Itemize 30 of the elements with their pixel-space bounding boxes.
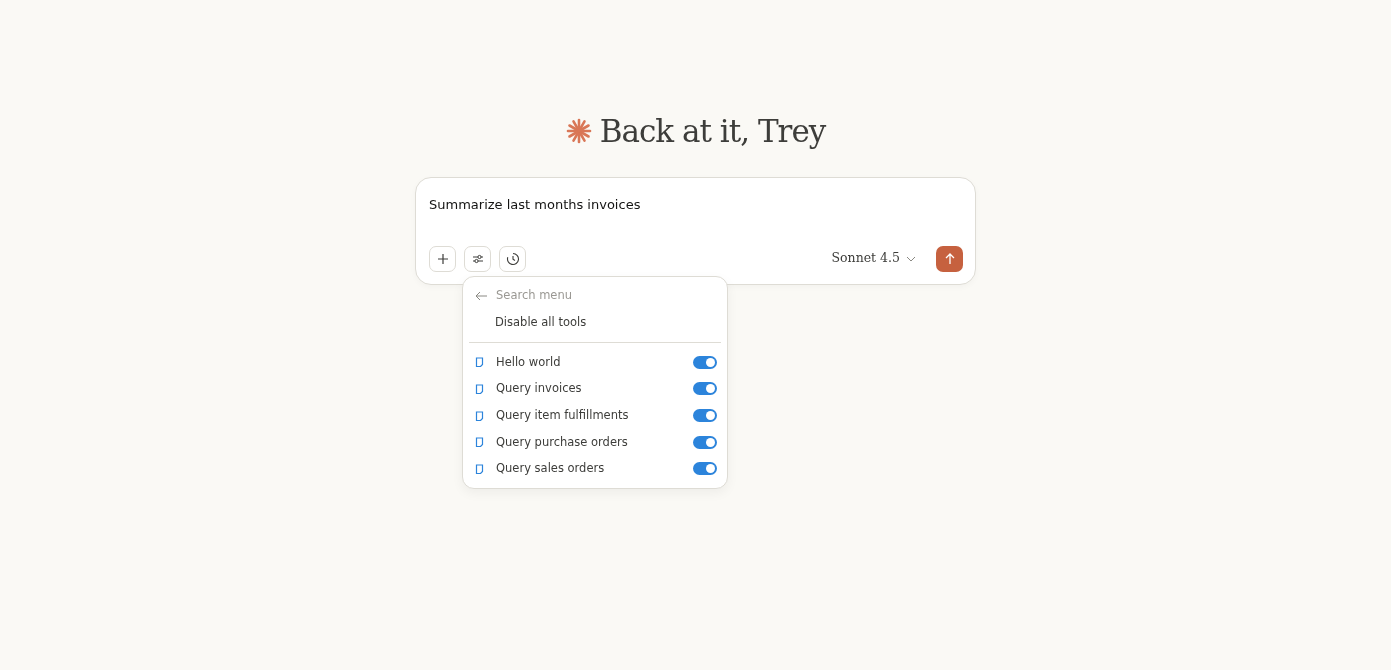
history-button[interactable] [499, 245, 526, 272]
model-selector[interactable]: Sonnet 4.5 [827, 249, 920, 268]
tool-label: Hello world [496, 353, 561, 371]
clock-icon [505, 251, 520, 266]
toggle-switch[interactable] [693, 355, 717, 369]
greeting-heading: Back at it, Trey [599, 112, 826, 151]
back-arrow-icon[interactable] [475, 290, 488, 301]
tool-label: Query invoices [496, 380, 582, 398]
tools-button[interactable] [464, 245, 491, 272]
tool-label: Query purchase orders [496, 433, 628, 451]
asterisk-logo-icon [565, 118, 592, 145]
chevron-down-icon [906, 255, 916, 262]
disable-all-tools-item[interactable]: Disable all tools [495, 313, 587, 332]
toggle-switch[interactable] [693, 435, 717, 449]
document-icon [475, 410, 484, 421]
plus-icon [436, 252, 449, 265]
arrow-up-icon [944, 252, 955, 265]
tool-label: Query item fulfillments [496, 406, 629, 424]
toggle-switch[interactable] [693, 409, 717, 423]
document-icon [475, 357, 484, 368]
message-input[interactable]: Summarize last months invoices [429, 194, 963, 214]
send-button[interactable] [936, 245, 963, 272]
toggle-switch[interactable] [693, 462, 717, 476]
document-icon [475, 437, 484, 448]
toggle-switch[interactable] [693, 382, 717, 396]
document-icon [475, 383, 484, 394]
document-icon [475, 463, 484, 474]
sliders-icon [471, 253, 484, 264]
tool-label: Query sales orders [496, 460, 605, 478]
add-button[interactable] [429, 245, 456, 272]
